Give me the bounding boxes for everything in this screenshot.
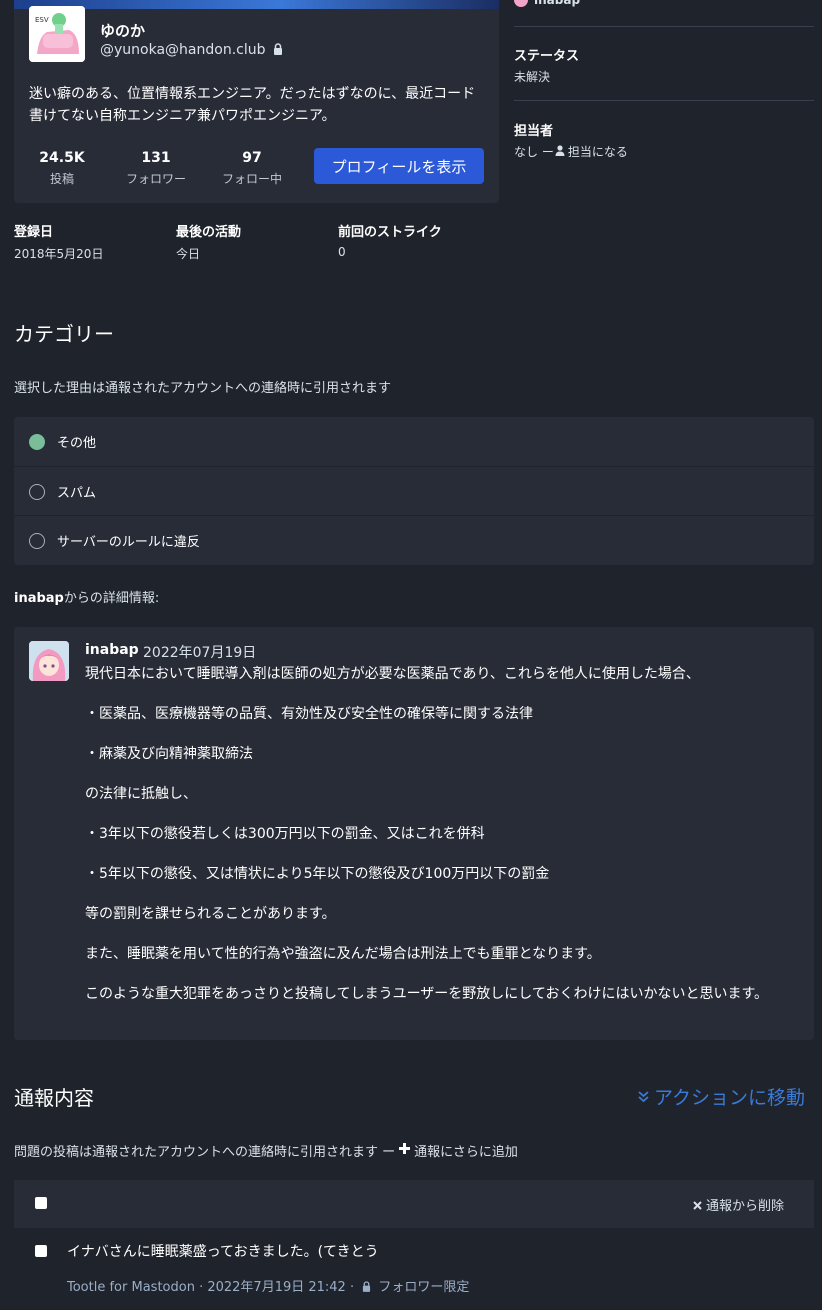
stat-followers: 131 フォロワー: [116, 150, 196, 187]
add-to-report-link[interactable]: 通報にさらに追加: [414, 1141, 518, 1160]
category-heading: カテゴリー: [14, 322, 114, 346]
status-label: ステータス: [514, 49, 580, 64]
status-value: 未解決: [514, 70, 551, 84]
status-meta: Tootle for Mastodon · 2022年7月19日 21:42 ·…: [67, 1276, 469, 1296]
plus-icon: [399, 1143, 411, 1158]
assignee-label: 担当者: [514, 124, 554, 139]
comment-body: 現代日本において睡眠導入剤は医師の処方が必要な医薬品であり、これらを他人に使用し…: [85, 664, 800, 1024]
stat-posts: 24.5K 投稿: [22, 150, 102, 187]
svg-text:ESV: ESV: [35, 16, 49, 24]
lock-icon: [273, 43, 283, 59]
meta-label-registered: 登録日: [14, 225, 54, 240]
assignee-row: なし ー 担当になる: [514, 143, 628, 160]
assignee-value: なし ー: [514, 145, 554, 159]
user-icon: [555, 144, 565, 159]
comment-paragraph: の法律に抵触し、: [85, 786, 197, 802]
report-heading: 通報内容: [14, 1086, 94, 1110]
report-description-text: 問題の投稿は通報されたアカウントへの連絡時に引用されます ー: [14, 1145, 396, 1160]
reporter-avatar: [514, 0, 528, 7]
category-label: スパム: [57, 486, 97, 501]
reporter-name: inabap: [534, 0, 581, 7]
comment-paragraph: ・麻薬及び向精神薬取締法: [85, 746, 253, 762]
assign-me-link[interactable]: 担当になる: [568, 143, 628, 160]
remove-from-report-label: 通報から削除: [706, 1199, 785, 1214]
stat-followers-value: 131: [141, 150, 171, 166]
meta-value-strikes: 0: [338, 245, 346, 259]
category-label: サーバーのルールに違反: [57, 535, 200, 550]
status-visibility: フォロワー限定: [378, 1280, 470, 1295]
divider: [514, 100, 814, 101]
meta-value-registered: 2018年5月20日: [14, 247, 104, 261]
status-content: イナバさんに睡眠薬盛っておきました。(てきとう: [67, 1244, 379, 1260]
radio-unselected[interactable]: [29, 483, 45, 500]
comment-paragraph: また、睡眠薬を用いて性的行為や強盗に及んだ場合は刑法上でも重罪となります。: [85, 946, 601, 962]
comment-paragraph: ・3年以下の懲役若しくは300万円以下の罰金、又はこれを併科: [85, 826, 485, 842]
comment-paragraph: このような重大犯罪をあっさりと投稿してしまうユーザーを野放しにしておくわけにはい…: [85, 986, 769, 1002]
category-label: その他: [57, 436, 97, 451]
meta-value-last-activity: 今日: [176, 247, 201, 261]
double-chevron-down-icon: [637, 1086, 650, 1108]
category-description: 選択した理由は通報されたアカウントへの連絡時に引用されます: [14, 381, 392, 396]
comment-paragraph: ・医薬品、医療機器等の品質、有効性及び安全性の確保等に関する法律: [85, 706, 533, 722]
radio-unselected[interactable]: [29, 532, 45, 549]
account-handle-text: @yunoka@handon.club: [100, 42, 266, 58]
details-heading: inabapからの詳細情報:: [14, 587, 159, 606]
meta-label-last-activity: 最後の活動: [176, 225, 242, 240]
display-name: ゆのか: [100, 22, 146, 40]
comment-username: inabap: [85, 642, 139, 658]
stat-following: 97 フォロー中: [212, 150, 292, 187]
meta-label-strikes: 前回のストライク: [338, 225, 442, 240]
stat-following-value: 97: [242, 150, 262, 166]
category-option-spam[interactable]: スパム: [14, 467, 814, 516]
comment-paragraph: 現代日本において睡眠導入剤は医師の処方が必要な医薬品であり、これらを他人に使用し…: [85, 666, 700, 682]
account-bio: 迷い癖のある、位置情報系エンジニア。だったはずなのに、最近コード書けてない自称エ…: [29, 86, 476, 124]
account-avatar[interactable]: ESV: [29, 6, 85, 62]
divider: [514, 26, 814, 27]
radio-selected[interactable]: [29, 433, 45, 450]
details-heading-suffix: からの詳細情報:: [63, 591, 160, 606]
close-icon: [693, 1199, 702, 1214]
comment-paragraph: 等の罰則を課せられることがあります。: [85, 906, 336, 922]
category-option-violation[interactable]: サーバーのルールに違反: [14, 516, 814, 565]
category-option-other[interactable]: その他: [14, 417, 814, 466]
reporter-comment-avatar[interactable]: [29, 641, 69, 681]
report-description: 問題の投稿は通報されたアカウントへの連絡時に引用されます ー 通報にさらに追加: [14, 1141, 518, 1160]
stat-followers-label: フォロワー: [125, 172, 186, 186]
select-all-checkbox[interactable]: [35, 1197, 47, 1209]
stat-posts-label: 投稿: [49, 172, 74, 186]
details-heading-user: inabap: [14, 591, 64, 606]
view-profile-button[interactable]: プロフィールを表示: [314, 148, 484, 184]
reporter-row[interactable]: inabap: [514, 0, 580, 7]
stat-following-label: フォロー中: [221, 172, 282, 186]
status-checkbox[interactable]: [35, 1245, 47, 1257]
account-handle: @yunoka@handon.club: [100, 42, 283, 59]
comment-date: 2022年07月19日: [143, 645, 257, 661]
profile-header-image: [14, 0, 499, 9]
lock-icon: [362, 1281, 371, 1296]
comment-paragraph: ・5年以下の懲役、又は情状により5年以下の懲役及び100万円以下の罰金: [85, 866, 550, 882]
status-meta-text[interactable]: Tootle for Mastodon · 2022年7月19日 21:42 ·: [67, 1280, 354, 1295]
stat-posts-value: 24.5K: [39, 150, 85, 166]
jump-to-actions-label: アクションに移動: [654, 1087, 806, 1109]
remove-from-report-button[interactable]: 通報から削除: [693, 1195, 784, 1214]
jump-to-actions-link[interactable]: アクションに移動: [637, 1083, 805, 1110]
